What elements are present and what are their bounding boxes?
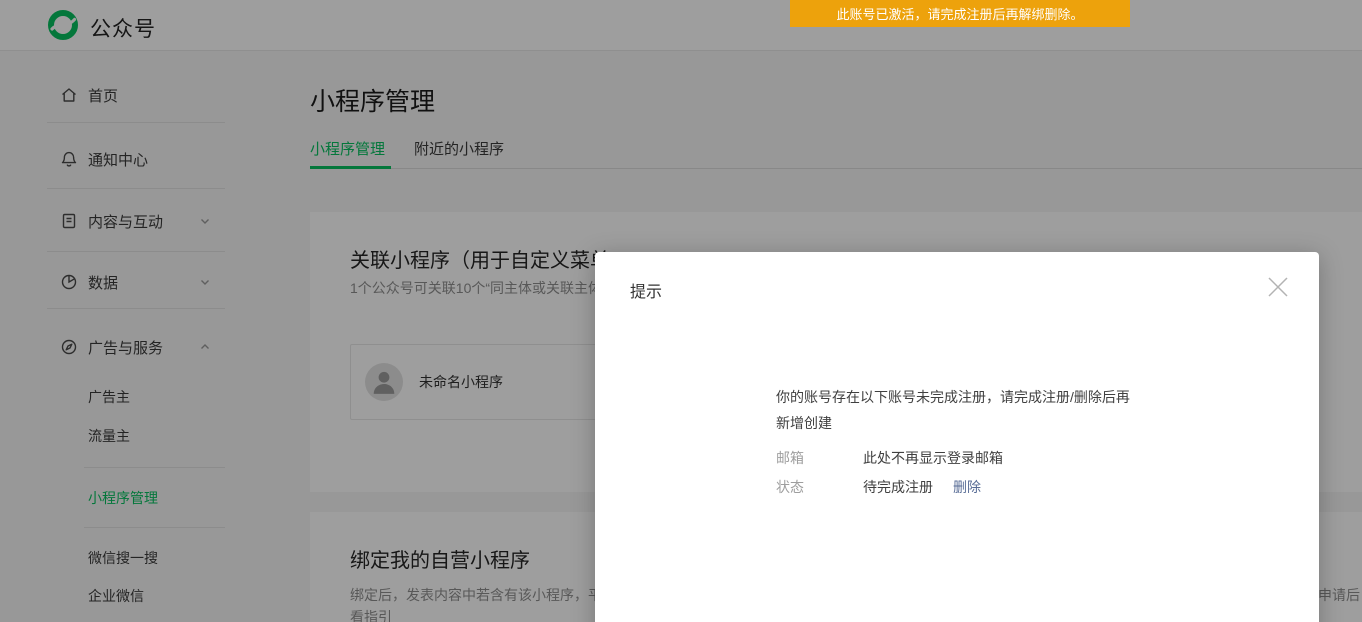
modal-title: 提示 (630, 284, 663, 301)
activation-warning-banner: 此账号已激活，请完成注册后再解绑删除。 (790, 0, 1130, 27)
modal-message: 你的账号存在以下账号未完成注册，请完成注册/删除后再 新增创建 (776, 384, 1176, 436)
status-label: 状态 (776, 478, 804, 495)
modal-message-line2: 新增创建 (776, 415, 832, 431)
delete-link[interactable]: 删除 (953, 477, 981, 497)
modal-detail-rows: 邮箱 此处不再显示登录邮箱 状态 待完成注册 删除 (776, 443, 1176, 501)
modal-body: 你的账号存在以下账号未完成注册，请完成注册/删除后再 新增创建 邮箱 此处不再显… (776, 384, 1176, 501)
email-row: 邮箱 此处不再显示登录邮箱 (776, 443, 1176, 472)
email-value: 此处不再显示登录邮箱 (863, 449, 1003, 466)
status-value: 待完成注册 (863, 478, 933, 495)
close-icon[interactable] (1265, 274, 1291, 300)
app-window: 公众号 首页 通知中心 内容与互动 数据 广告与服务 广告主 流量主 小程序管理… (0, 0, 1362, 622)
notice-modal: 提示 你的账号存在以下账号未完成注册，请完成注册/删除后再 新增创建 邮箱 此处… (595, 252, 1319, 622)
modal-message-line1: 你的账号存在以下账号未完成注册，请完成注册/删除后再 (776, 389, 1130, 405)
status-row: 状态 待完成注册 删除 (776, 472, 1176, 501)
email-label: 邮箱 (776, 449, 804, 466)
